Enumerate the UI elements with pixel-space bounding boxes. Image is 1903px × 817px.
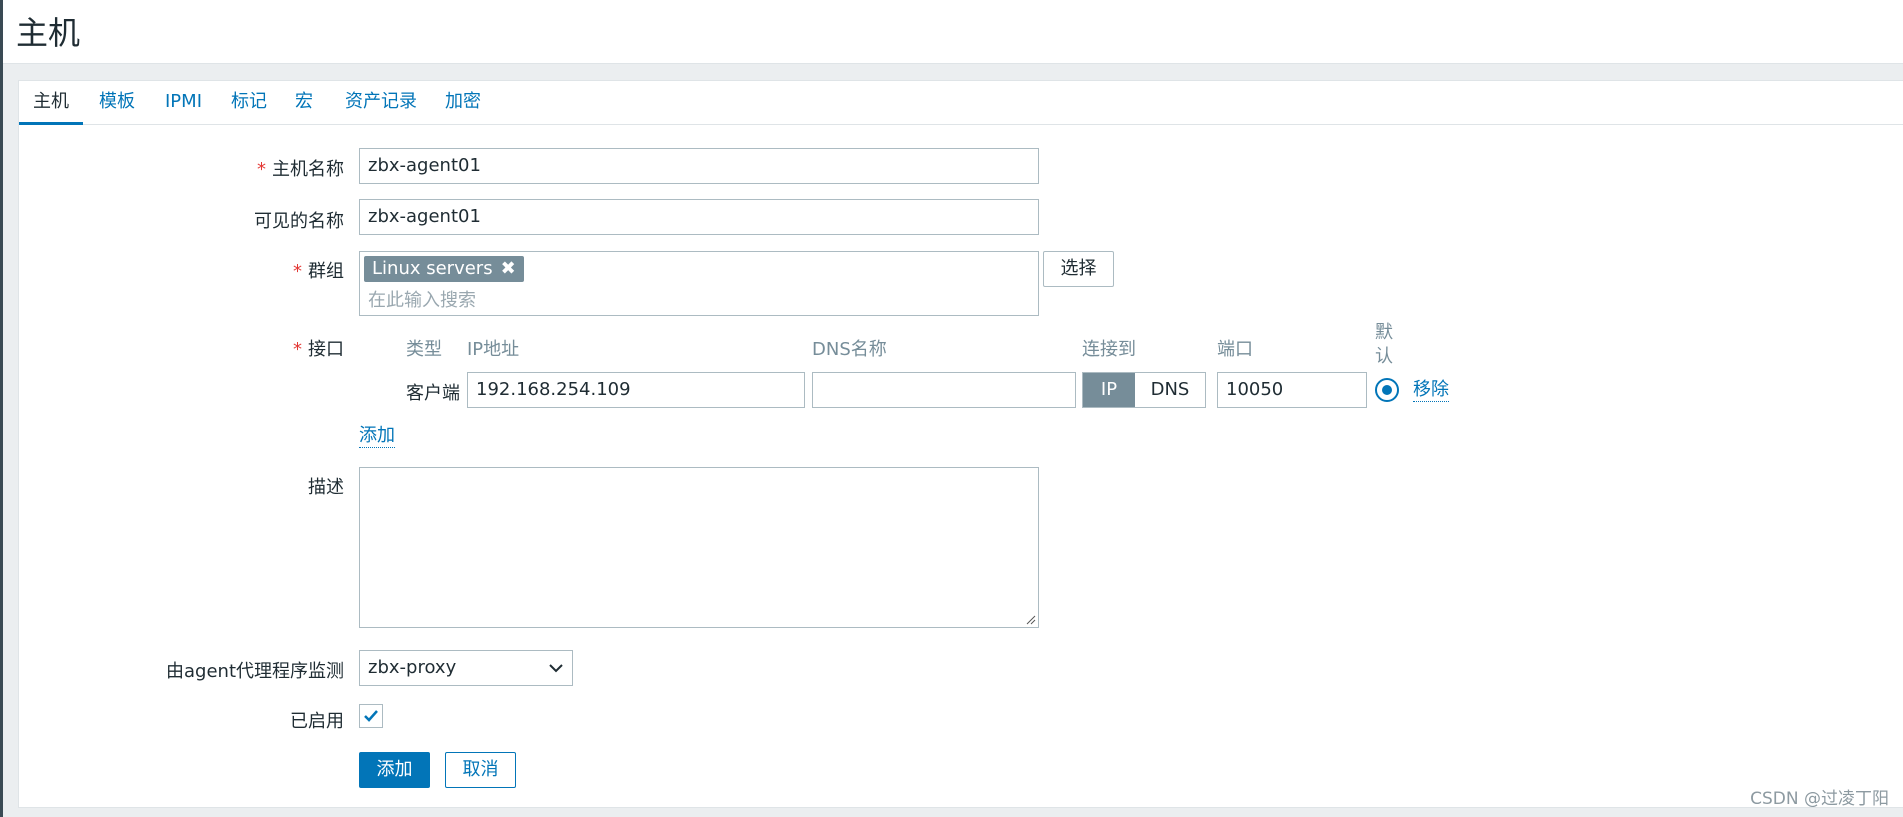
proxy-label: 由agent代理程序监测 — [166, 661, 344, 682]
tab-host[interactable]: 主机 — [19, 81, 83, 125]
chevron-down-icon — [549, 664, 563, 673]
groups-search-placeholder[interactable]: 在此输入搜索 — [368, 286, 476, 312]
group-chip: Linux servers ✖ — [364, 256, 524, 282]
connect-dns-option[interactable]: DNS — [1135, 373, 1205, 407]
check-icon — [364, 710, 378, 722]
tab-tags[interactable]: 标记 — [217, 81, 281, 125]
proxy-select[interactable]: zbx-proxy — [359, 650, 573, 686]
col-ip: IP地址 — [467, 339, 520, 360]
host-name-input[interactable]: zbx-agent01 — [359, 148, 1039, 184]
required-mark: * — [293, 339, 302, 360]
visible-name-label: 可见的名称 — [254, 211, 344, 232]
tab-bar: 主机 模板 IPMI 标记 宏 资产记录 加密 — [19, 81, 1903, 125]
page-title: 主机 — [16, 14, 81, 52]
tab-encryption[interactable]: 加密 — [431, 81, 495, 125]
tab-templates[interactable]: 模板 — [85, 81, 149, 125]
cancel-button[interactable]: 取消 — [445, 752, 516, 788]
description-label: 描述 — [308, 477, 344, 498]
interface-type: 客户端 — [406, 383, 460, 404]
resize-grip-icon[interactable] — [1024, 613, 1036, 625]
required-mark: * — [293, 261, 302, 282]
remove-interface-link[interactable]: 移除 — [1413, 379, 1449, 402]
close-icon[interactable]: ✖ — [501, 258, 516, 279]
host-name-label: * 主机名称 — [257, 159, 344, 180]
watermark: CSDN @过凌丁阳 — [1750, 789, 1889, 809]
add-interface-link[interactable]: 添加 — [359, 425, 395, 448]
add-button[interactable]: 添加 — [359, 752, 430, 788]
required-mark: * — [257, 159, 266, 180]
visible-name-input[interactable]: zbx-agent01 — [359, 199, 1039, 235]
enabled-label: 已启用 — [290, 711, 344, 732]
proxy-select-value: zbx-proxy — [368, 657, 457, 678]
description-textarea[interactable] — [359, 467, 1039, 628]
col-connect-to: 连接到 — [1082, 339, 1136, 360]
default-interface-radio[interactable] — [1375, 378, 1399, 402]
tab-ipmi[interactable]: IPMI — [151, 81, 216, 125]
enabled-checkbox[interactable] — [359, 704, 383, 728]
interface-ip-input[interactable]: 192.168.254.109 — [467, 372, 805, 408]
tab-inventory[interactable]: 资产记录 — [331, 81, 431, 125]
connect-to-toggle: IP DNS — [1082, 372, 1206, 408]
form-container: 主机 模板 IPMI 标记 宏 资产记录 加密 * 主机名称 zbx-agent0… — [18, 80, 1903, 808]
page-header: 主机 — [3, 0, 1903, 64]
group-chip-label: Linux servers — [372, 258, 493, 279]
interface-port-input[interactable]: 10050 — [1217, 372, 1367, 408]
col-default: 默认 — [1375, 322, 1393, 367]
tab-macros[interactable]: 宏 — [281, 81, 327, 125]
connect-ip-option[interactable]: IP — [1083, 373, 1135, 407]
col-port: 端口 — [1217, 339, 1253, 360]
interfaces-label: * 接口 — [293, 339, 344, 360]
col-dns: DNS名称 — [812, 339, 887, 360]
groups-label: * 群组 — [293, 261, 344, 282]
col-type: 类型 — [406, 339, 442, 360]
groups-select-button[interactable]: 选择 — [1043, 251, 1114, 287]
groups-multiselect[interactable]: Linux servers ✖ 在此输入搜索 — [359, 251, 1039, 316]
left-edge-bar — [0, 0, 3, 817]
interface-dns-input[interactable] — [812, 372, 1076, 408]
